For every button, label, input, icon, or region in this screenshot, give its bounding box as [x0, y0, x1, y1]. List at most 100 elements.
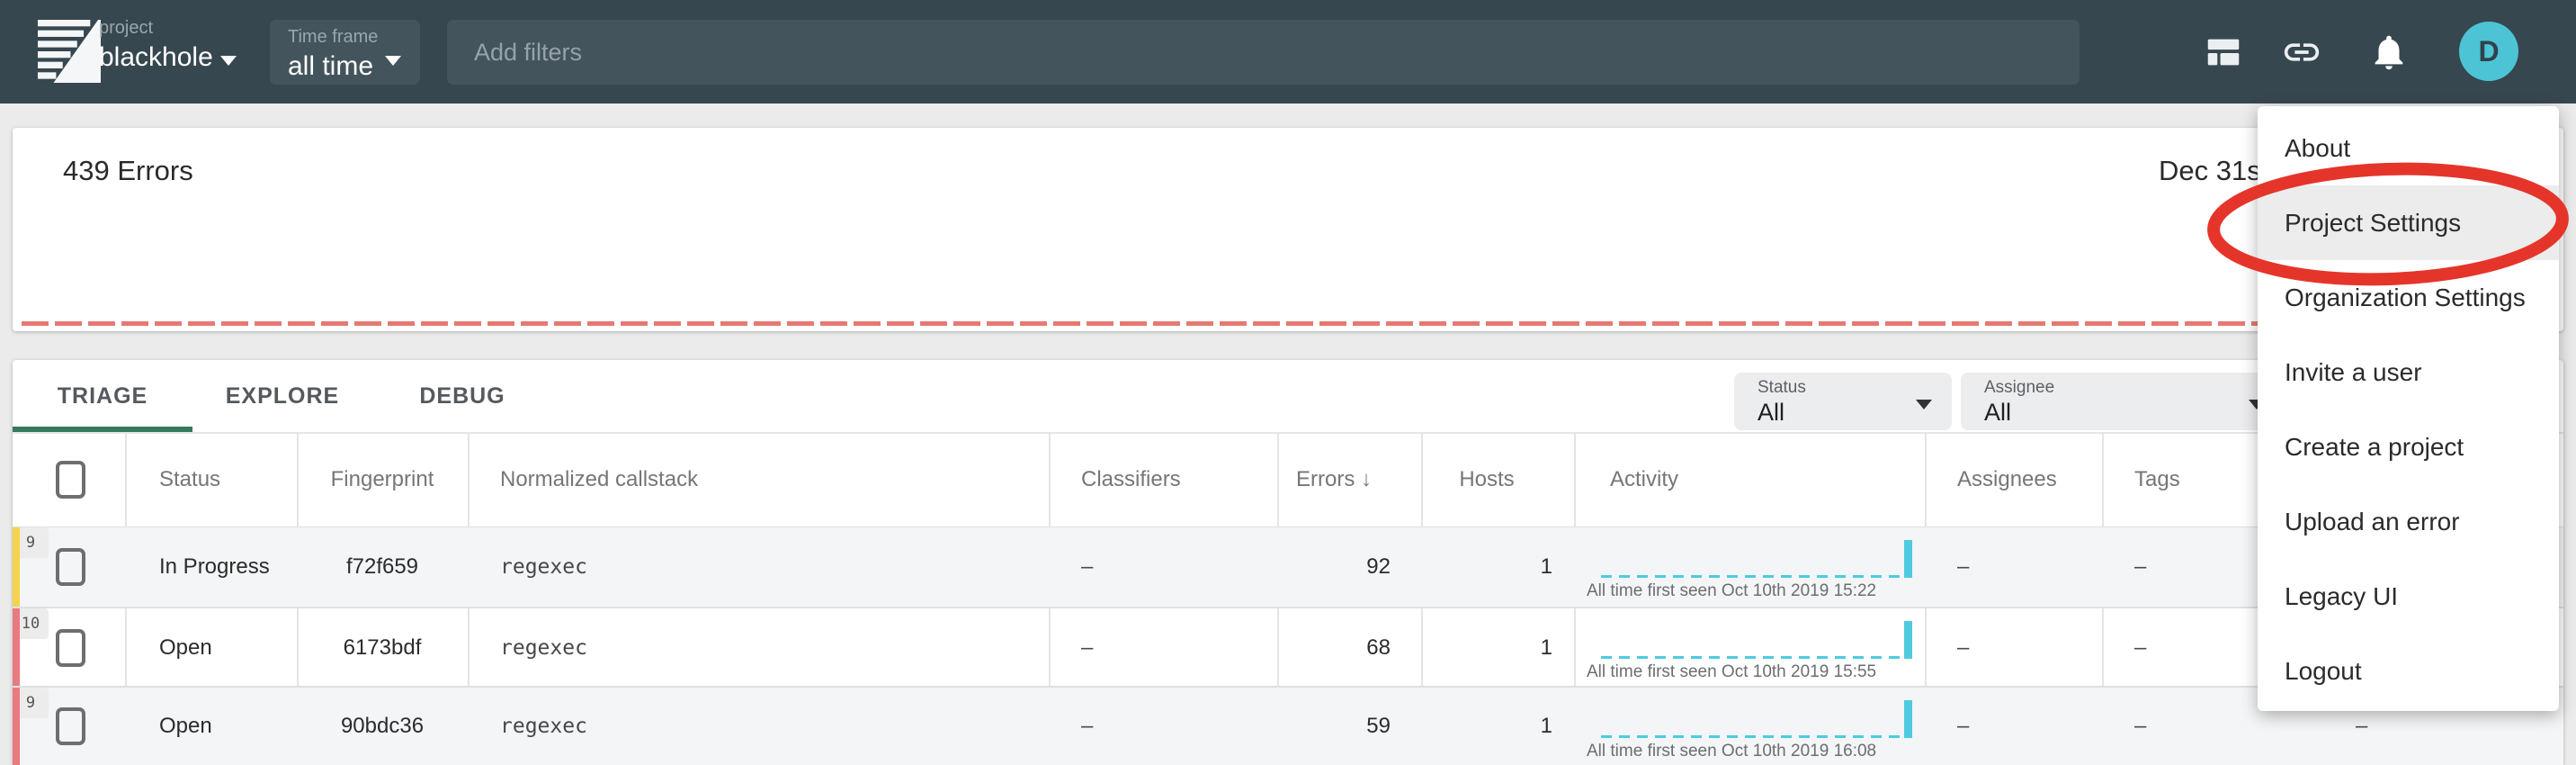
sparkline-bar — [1904, 700, 1912, 738]
row-checkbox[interactable] — [56, 707, 85, 745]
callstack-cell: regexec — [500, 527, 587, 607]
classifiers-cell: – — [1081, 608, 1093, 688]
activity-sparkline — [1601, 536, 1912, 578]
status-cell: In Progress — [159, 527, 270, 607]
menu-item-project-settings[interactable]: Project Settings — [2258, 185, 2559, 260]
header-errors-label: Errors — [1296, 467, 1355, 492]
tags-cell: – — [2134, 688, 2146, 765]
profile-dropdown-menu: About Project Settings Organization Sett… — [2258, 106, 2559, 711]
assignee-filter-label: Assignee — [1984, 378, 2303, 398]
activity-sparkline — [1601, 617, 1912, 659]
classifiers-cell: – — [1081, 688, 1093, 765]
table-row[interactable]: Open 90bdc36 regexec 9 – 59 1 All time f… — [13, 688, 2563, 765]
fingerprint-cell: f72f659 — [297, 527, 468, 607]
fingerprint-cell: 6173bdf — [297, 608, 468, 688]
callstack-cell: regexec — [500, 608, 587, 688]
link-icon[interactable] — [2281, 32, 2322, 73]
chart-baseline — [22, 321, 2554, 326]
assignee-filter-dropdown[interactable]: Assignee All — [1961, 373, 2303, 430]
project-label: project — [99, 18, 261, 39]
tab-triage-label: TRIAGE — [58, 383, 148, 410]
tab-triage[interactable]: TRIAGE — [13, 360, 192, 432]
hosts-count-cell: 1 — [1421, 527, 1552, 607]
header-fingerprint[interactable]: Fingerprint — [297, 432, 468, 526]
callstack-cell: regexec — [500, 688, 587, 765]
user-avatar[interactable]: D — [2459, 22, 2518, 81]
activity-caption: All time first seen Oct 10th 2019 15:55 — [1587, 662, 1876, 682]
errors-count-cell: 59 — [1277, 688, 1391, 765]
chevron-down-icon — [220, 56, 237, 66]
severity-stripe — [13, 527, 20, 607]
row-checkbox[interactable] — [56, 548, 85, 586]
tab-explore-label: EXPLORE — [226, 383, 339, 410]
table-header-row: Status Fingerprint Normalized callstack … — [13, 432, 2563, 526]
header-tags[interactable]: Tags — [2134, 432, 2180, 526]
severity-stripe — [13, 608, 20, 688]
menu-item-logout[interactable]: Logout — [2258, 634, 2559, 708]
header-status[interactable]: Status — [159, 432, 220, 526]
menu-item-upload-an-error[interactable]: Upload an error — [2258, 484, 2559, 559]
menu-item-legacy-ui[interactable]: Legacy UI — [2258, 559, 2559, 634]
header-assignees[interactable]: Assignees — [1957, 432, 2057, 526]
activity-sparkline — [1601, 697, 1912, 738]
header-classifiers[interactable]: Classifiers — [1081, 432, 1181, 526]
dashboard-layout-icon[interactable] — [2203, 32, 2244, 73]
activity-caption: All time first seen Oct 10th 2019 15:22 — [1587, 581, 1876, 601]
notifications-bell-icon[interactable] — [2368, 32, 2410, 73]
select-all-checkbox[interactable] — [56, 461, 85, 499]
errors-count-cell: 68 — [1277, 608, 1391, 688]
status-cell: Open — [159, 688, 212, 765]
timeframe-selector[interactable]: Time frame all time — [270, 20, 420, 85]
classifiers-cell: – — [1081, 527, 1093, 607]
hosts-count-cell: 1 — [1421, 688, 1552, 765]
project-value: blackhole — [99, 42, 261, 73]
assignees-cell: – — [1957, 608, 1969, 688]
chart-date-label: Dec 31st — [2159, 155, 2268, 187]
project-selector[interactable]: project blackhole — [99, 18, 261, 86]
tags-cell: – — [2134, 527, 2146, 607]
table-row[interactable]: Open 6173bdf regexec 10 – 68 1 All time … — [13, 608, 2563, 688]
severity-stripe — [13, 688, 20, 765]
header-errors-sorted[interactable]: Errors ↓ — [1277, 432, 1391, 526]
header-activity[interactable]: Activity — [1610, 432, 1678, 526]
status-cell: Open — [159, 608, 212, 688]
sparkline-baseline — [1601, 575, 1912, 578]
status-filter-label: Status — [1758, 378, 1952, 398]
menu-item-organization-settings[interactable]: Organization Settings — [2258, 260, 2559, 335]
sparkline-bar — [1904, 621, 1912, 659]
chevron-down-icon — [385, 56, 401, 66]
activity-cell: All time first seen Oct 10th 2019 16:08 — [1574, 688, 1925, 765]
activity-cell: All time first seen Oct 10th 2019 15:55 — [1574, 608, 1925, 688]
header-callstack[interactable]: Normalized callstack — [500, 432, 698, 526]
errors-count: 439 Errors — [63, 155, 193, 187]
errors-summary-card: 439 Errors Dec 31st — [13, 128, 2563, 331]
activity-caption: All time first seen Oct 10th 2019 16:08 — [1587, 742, 1876, 761]
menu-item-about[interactable]: About — [2258, 111, 2559, 185]
sparkline-baseline — [1601, 735, 1912, 738]
app-logo-icon[interactable] — [32, 20, 106, 83]
sparkline-bar — [1904, 540, 1912, 578]
menu-item-invite-a-user[interactable]: Invite a user — [2258, 335, 2559, 410]
row-checkbox[interactable] — [56, 629, 85, 667]
table-row[interactable]: In Progress f72f659 regexec 9 – 92 1 All… — [13, 527, 2563, 607]
add-filters-input[interactable] — [447, 20, 2080, 85]
header-hosts[interactable]: Hosts — [1421, 432, 1552, 526]
menu-item-create-a-project[interactable]: Create a project — [2258, 410, 2559, 484]
tab-debug[interactable]: DEBUG — [372, 360, 552, 432]
errors-count-cell: 92 — [1277, 527, 1391, 607]
assignees-cell: – — [1957, 527, 1969, 607]
tab-explore[interactable]: EXPLORE — [192, 360, 372, 432]
tags-cell: – — [2134, 608, 2146, 688]
hosts-count-cell: 1 — [1421, 608, 1552, 688]
fingerprint-cell: 90bdc36 — [297, 688, 468, 765]
top-bar: project blackhole Time frame all time D — [0, 0, 2576, 104]
status-filter-dropdown[interactable]: Status All — [1734, 373, 1952, 430]
sort-descending-icon: ↓ — [1361, 467, 1372, 492]
avatar-initial: D — [2478, 35, 2499, 68]
sparkline-baseline — [1601, 656, 1912, 659]
activity-cell: All time first seen Oct 10th 2019 15:22 — [1574, 527, 1925, 607]
tab-debug-label: DEBUG — [419, 383, 505, 410]
assignees-cell: – — [1957, 688, 1969, 765]
chevron-down-icon — [1916, 400, 1932, 410]
timeframe-label: Time frame — [288, 27, 420, 48]
